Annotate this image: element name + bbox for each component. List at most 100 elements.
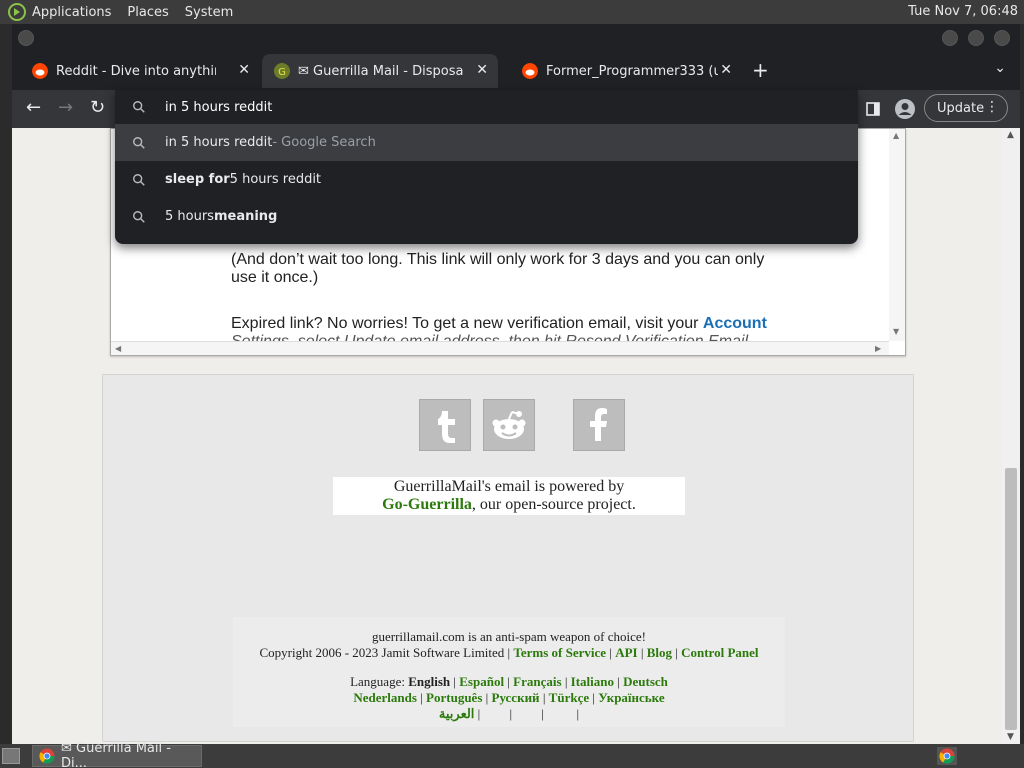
- tab-guerrilla-mail[interactable]: G ✉ Guerrilla Mail - Disposable T ✕: [262, 54, 498, 88]
- close-tab-icon[interactable]: ✕: [238, 62, 250, 78]
- tab-title: ✉ Guerrilla Mail - Disposable T: [298, 63, 464, 79]
- terms-link[interactable]: Terms of Service: [513, 645, 606, 660]
- close-tab-icon[interactable]: ✕: [476, 62, 488, 78]
- copyright-box: guerrillamail.com is an anti-spam weapon…: [233, 617, 785, 727]
- language-link[interactable]: Français: [513, 674, 561, 689]
- language-link[interactable]: Русский: [492, 690, 540, 705]
- window-titlebar[interactable]: [12, 24, 1020, 52]
- reddit-icon: [522, 63, 538, 79]
- scroll-up-icon[interactable]: ▲: [1007, 130, 1014, 140]
- applications-menu[interactable]: Applications: [32, 5, 111, 20]
- page-scrollbar[interactable]: ▲ ▼: [1002, 128, 1020, 744]
- reddit-icon: [32, 63, 48, 79]
- tab-reddit[interactable]: Reddit - Dive into anything ✕: [12, 54, 260, 88]
- language-row: Nederlands | Português | Русский | Türkç…: [353, 690, 665, 705]
- powered-by-text: GuerrillaMail's email is powered by: [393, 478, 625, 495]
- close-tab-icon[interactable]: ✕: [720, 62, 732, 78]
- reddit-icon[interactable]: [483, 399, 535, 451]
- scroll-up-icon[interactable]: ▲: [893, 131, 899, 140]
- search-icon: [133, 210, 145, 223]
- close-window-icon[interactable]: [994, 30, 1010, 46]
- clock[interactable]: Tue Nov 7, 06:48: [908, 4, 1018, 19]
- mint-logo-icon[interactable]: [8, 3, 26, 21]
- places-menu[interactable]: Places: [127, 5, 168, 20]
- omnibox-dropdown: in 5 hours reddit in 5 hours reddit - Go…: [115, 90, 858, 244]
- suggestion-bold: sleep for: [165, 172, 230, 187]
- facebook-icon[interactable]: [573, 399, 625, 451]
- omnibox-current[interactable]: in 5 hours reddit: [115, 90, 858, 124]
- forward-icon[interactable]: →: [58, 97, 73, 118]
- top-panel: Applications Places System Tue Nov 7, 06…: [0, 0, 1024, 24]
- email-text: Expired link? No worries! To get a new v…: [231, 315, 703, 332]
- scroll-down-icon[interactable]: ▼: [1007, 732, 1014, 742]
- maximize-icon[interactable]: [968, 30, 984, 46]
- tab-strip: Reddit - Dive into anything ✕ G ✉ Guerri…: [12, 54, 1020, 88]
- language-link[interactable]: Deutsch: [623, 674, 668, 689]
- search-icon: [133, 173, 145, 186]
- reload-icon[interactable]: ↻: [90, 97, 105, 118]
- tagline: guerrillamail.com is an anti-spam weapon…: [372, 629, 646, 644]
- scroll-right-icon[interactable]: ▶: [875, 344, 881, 353]
- suggestion-text: in 5 hours reddit: [165, 135, 273, 150]
- minimize-icon[interactable]: [942, 30, 958, 46]
- language-link[interactable]: Italiano: [571, 674, 614, 689]
- svg-text:G: G: [278, 67, 286, 78]
- side-panel-icon[interactable]: [866, 102, 880, 116]
- email-paragraph: Expired link? No worries! To get a new v…: [231, 315, 791, 333]
- language-link[interactable]: العربية: [439, 706, 475, 721]
- scrollbar-thumb[interactable]: [1005, 468, 1017, 730]
- suggestion-item[interactable]: sleep for 5 hours reddit: [115, 161, 858, 198]
- update-button[interactable]: Update ⋮: [924, 94, 1008, 122]
- tab-title: Former_Programmer333 (u/F: [546, 63, 718, 79]
- email-horizontal-scrollbar[interactable]: ◀ ▶: [111, 341, 889, 355]
- tab-title: Reddit - Dive into anything: [56, 63, 216, 79]
- tab-reddit-user[interactable]: Former_Programmer333 (u/F ✕: [502, 54, 742, 88]
- omnibox-text: in 5 hours reddit: [165, 99, 273, 115]
- taskbar-chrome-window[interactable]: ✉ Guerrilla Mail - Di...: [32, 741, 202, 768]
- language-link[interactable]: Português: [426, 690, 482, 705]
- tab-search-icon[interactable]: ⌄: [994, 60, 1006, 76]
- update-label: Update: [937, 100, 985, 116]
- chrome-icon: [939, 748, 955, 764]
- chrome-icon: [39, 748, 55, 764]
- new-tab-icon[interactable]: +: [752, 58, 769, 82]
- scroll-left-icon[interactable]: ◀: [115, 344, 121, 353]
- suggestion-item[interactable]: 5 hours meaning: [115, 198, 858, 235]
- copyright-line: Copyright 2006 - 2023 Jamit Software Lim…: [259, 645, 759, 660]
- email-paragraph: Settings, select Update email address, t…: [231, 333, 791, 341]
- control-panel-link[interactable]: Control Panel: [681, 645, 758, 660]
- language-link[interactable]: Nederlands: [353, 690, 417, 705]
- suggestion-bold: meaning: [213, 209, 278, 224]
- email-paragraph: (And don’t wait too long. This link will…: [231, 251, 765, 286]
- tumblr-icon[interactable]: [419, 399, 471, 451]
- language-current: English: [408, 674, 451, 689]
- suggestion-text: 5 hours: [165, 209, 214, 224]
- go-guerrilla-link[interactable]: Go-Guerrilla: [382, 496, 472, 513]
- api-link[interactable]: API: [615, 645, 637, 660]
- language-label: Language:: [350, 674, 409, 689]
- suggestion-item[interactable]: in 5 hours reddit - Google Search: [115, 124, 858, 161]
- suggestion-source: - Google Search: [272, 135, 376, 150]
- footer-panel: GuerrillaMail's email is powered by Go-G…: [102, 374, 914, 742]
- account-settings-link[interactable]: Account: [703, 315, 767, 332]
- tray-chrome-icon[interactable]: [937, 747, 957, 765]
- language-link[interactable]: Українське: [598, 690, 664, 705]
- guerrilla-mail-icon: G: [274, 63, 290, 79]
- powered-by-box: GuerrillaMail's email is powered by Go-G…: [333, 477, 685, 515]
- task-title: ✉ Guerrilla Mail - Di...: [60, 741, 171, 768]
- copyright-text: Copyright 2006 - 2023 Jamit Software Lim…: [259, 645, 514, 660]
- system-menu[interactable]: System: [185, 5, 233, 20]
- scroll-down-icon[interactable]: ▼: [893, 327, 899, 336]
- email-vertical-scrollbar[interactable]: ▲ ▼: [889, 129, 905, 341]
- back-icon[interactable]: ←: [26, 97, 41, 118]
- powered-by-line: Go-Guerrilla, our open-source project.: [333, 496, 685, 514]
- powered-by-rest: , our open-source project.: [471, 496, 636, 513]
- window-menu-icon[interactable]: [18, 30, 34, 46]
- more-menu-icon[interactable]: ⋮: [985, 99, 999, 115]
- blog-link[interactable]: Blog: [647, 645, 672, 660]
- profile-avatar-icon[interactable]: [894, 98, 916, 120]
- language-link[interactable]: Türkçe: [549, 690, 589, 705]
- show-desktop-icon[interactable]: [2, 748, 20, 764]
- language-row: العربية | | | |: [438, 706, 580, 721]
- language-link[interactable]: Español: [459, 674, 504, 689]
